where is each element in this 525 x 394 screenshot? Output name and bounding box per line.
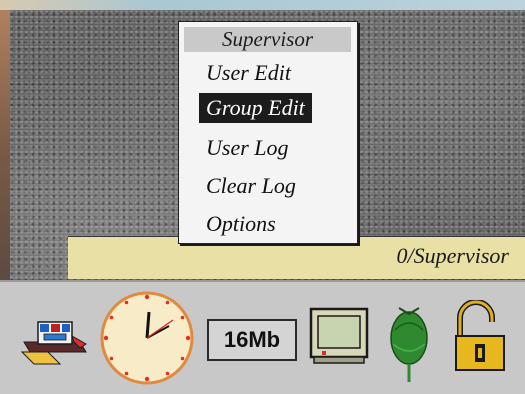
memory-indicator[interactable]: 16Mb — [207, 319, 297, 361]
monitor-icon[interactable] — [308, 306, 372, 366]
network-printer-icon[interactable] — [20, 314, 92, 366]
menu-item-group-edit[interactable]: Group Edit — [199, 93, 312, 123]
menu-item-user-log[interactable]: User Log — [199, 133, 296, 163]
menu-title: Supervisor — [184, 27, 351, 52]
supervisor-menu: Supervisor User Edit Group Edit User Log… — [178, 21, 358, 244]
acorn-icon[interactable] — [385, 300, 433, 386]
menu-item-user-edit[interactable]: User Edit — [199, 58, 298, 88]
window-edge — [0, 10, 10, 290]
status-user-text: 0/Supervisor — [396, 243, 509, 268]
menu-item-options[interactable]: Options — [199, 209, 283, 239]
clock-icon[interactable] — [99, 290, 195, 386]
padlock-icon[interactable] — [452, 300, 510, 380]
menu-item-clear-log[interactable]: Clear Log — [199, 171, 303, 201]
